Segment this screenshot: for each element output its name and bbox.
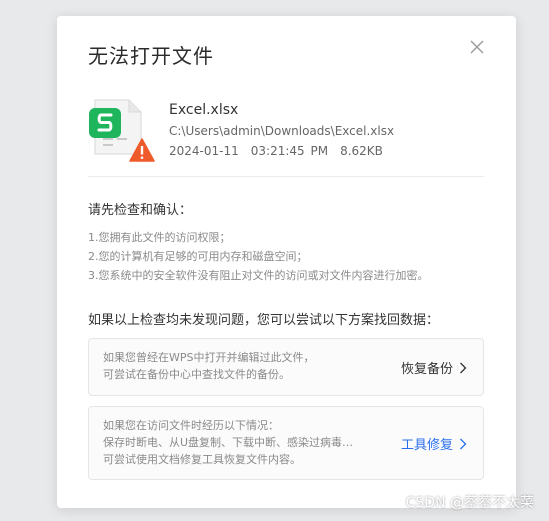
chevron-right-icon: [460, 362, 467, 373]
confirm-title: 请先检查和确认：: [88, 203, 193, 218]
recovery-title: 如果以上检查均未发现问题，您可以尝试以下方案找回数据：: [88, 313, 440, 328]
backup-line: 可尝试在备份中心中查找文件的备份。: [103, 368, 290, 381]
backup-line: 如果您曾经在WPS中打开并编辑过此文件，: [103, 351, 315, 364]
tool-repair-label: 工具修复: [400, 438, 453, 453]
repair-line: 如果您在访问文件时经历以下情况：: [103, 419, 279, 432]
confirm-item: 2.您的计算机有足够的可用内存和磁盘空间；: [88, 250, 308, 263]
file-meta: 2024-01-11 03:21:45 PM 8.62KB: [169, 144, 395, 158]
chevron-right-icon: [460, 438, 467, 449]
watermark: CSDN @蔡蔡不太菜: [405, 495, 534, 511]
confirm-list: 1.您拥有此文件的访问权限； 2.您的计算机有足够的可用内存和磁盘空间； 3.您…: [88, 228, 429, 285]
close-icon[interactable]: [468, 38, 486, 56]
repair-card-description: 如果您在访问文件时经历以下情况： 保存时断电、从U盘复制、下载中断、感染过病毒……: [103, 417, 353, 468]
cannot-open-file-dialog: 无法打开文件 Excel.xlsx C:\Users\admin\Downloa…: [57, 16, 516, 508]
file-size: 8.62KB: [340, 144, 383, 158]
file-path: C:\Users\admin\Downloads\Excel.xlsx: [169, 124, 395, 138]
file-time: 03:21:45 PM: [250, 144, 329, 158]
repair-tool-card[interactable]: 如果您在访问文件时经历以下情况： 保存时断电、从U盘复制、下载中断、感染过病毒……: [88, 406, 484, 480]
divider: [88, 176, 484, 177]
file-date: 2024-01-11: [169, 144, 239, 158]
file-name: Excel.xlsx: [169, 102, 239, 118]
restore-backup-button[interactable]: 恢复备份: [401, 358, 467, 377]
repair-line: 保存时断电、从U盘复制、下载中断、感染过病毒…: [103, 436, 354, 449]
backup-recovery-card[interactable]: 如果您曾经在WPS中打开并编辑过此文件， 可尝试在备份中心中查找文件的备份。 恢…: [88, 338, 484, 396]
warning-icon: [129, 138, 155, 162]
tool-repair-button[interactable]: 工具修复: [401, 434, 467, 453]
restore-backup-label: 恢复备份: [400, 362, 453, 377]
confirm-item: 1.您拥有此文件的访问权限；: [88, 231, 231, 244]
dialog-title: 无法打开文件: [88, 44, 214, 68]
backup-card-description: 如果您曾经在WPS中打开并编辑过此文件， 可尝试在备份中心中查找文件的备份。: [103, 349, 315, 383]
confirm-item: 3.您系统中的安全软件没有阻止对文件的访问或对文件内容进行加密。: [88, 269, 429, 282]
repair-line: 可尝试使用文档修复工具恢复文件内容。: [103, 453, 301, 466]
